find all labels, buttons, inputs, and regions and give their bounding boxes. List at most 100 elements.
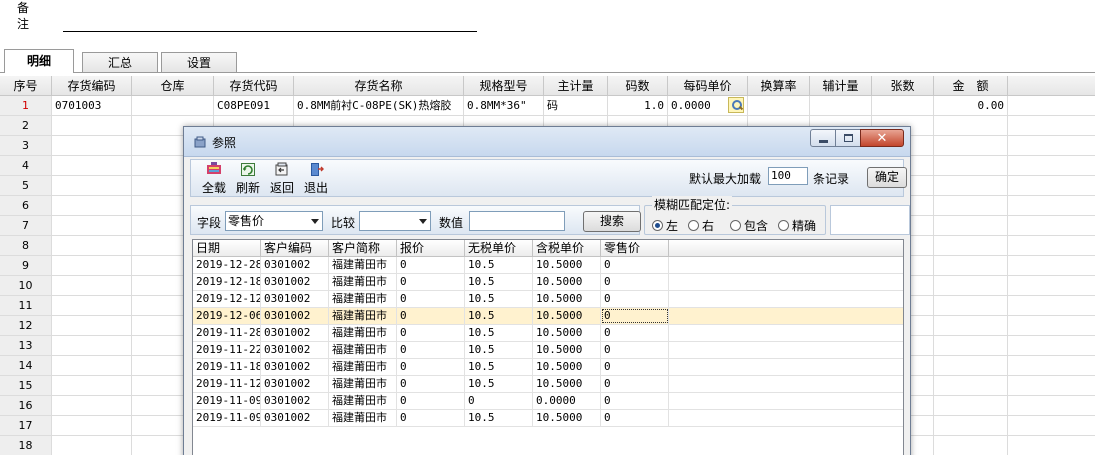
tab-detail[interactable]: 明细 bbox=[4, 49, 74, 73]
column-header[interactable]: 每码单价 bbox=[668, 76, 748, 95]
dialog-titlebar[interactable]: 参照 ✕ bbox=[184, 127, 910, 157]
tab-settings[interactable]: 设置 bbox=[161, 52, 237, 73]
grid-cell[interactable] bbox=[934, 296, 1008, 315]
table-row[interactable]: 1 0701003 C08PE091 0.8MM前衬C-08PE(SK)热熔胶 0.8M… bbox=[0, 96, 1095, 116]
column-header[interactable]: 辅计量 bbox=[810, 76, 872, 95]
ref-table-row[interactable]: 2019-12-28 0301002 福建莆田市 0 10.5 10.5000 0 bbox=[193, 257, 903, 274]
ref-column-header[interactable]: 客户编码 bbox=[261, 240, 329, 256]
close-button[interactable]: ✕ bbox=[860, 129, 904, 147]
ok-button[interactable]: 确定 bbox=[867, 167, 907, 188]
lookup-search-icon[interactable] bbox=[728, 97, 744, 113]
column-header[interactable]: 存货代码 bbox=[214, 76, 294, 95]
tab-summary[interactable]: 汇总 bbox=[82, 52, 158, 73]
ref-column-header[interactable]: 含税单价 bbox=[533, 240, 601, 256]
grid-cell[interactable] bbox=[934, 436, 1008, 455]
grid-cell[interactable] bbox=[52, 276, 132, 295]
grid-cell[interactable] bbox=[934, 396, 1008, 415]
ref-table-row[interactable]: 2019-12-06 0301002 福建莆田市 0 10.5 10.5000 0 bbox=[193, 308, 903, 325]
grid-cell[interactable] bbox=[810, 96, 872, 115]
ref-table-row[interactable]: 2019-11-22 0301002 福建莆田市 0 10.5 10.5000 0 bbox=[193, 342, 903, 359]
back-button[interactable]: 返回 bbox=[265, 162, 299, 196]
grid-cell[interactable]: 0.00 bbox=[934, 96, 1008, 115]
grid-cell[interactable] bbox=[872, 96, 934, 115]
grid-cell[interactable] bbox=[52, 156, 132, 175]
ref-column-header[interactable]: 日期 bbox=[193, 240, 261, 256]
grid-cell[interactable] bbox=[52, 316, 132, 335]
minimize-button[interactable] bbox=[810, 129, 836, 147]
grid-cell[interactable] bbox=[52, 136, 132, 155]
radio-right[interactable]: 右 bbox=[688, 217, 714, 234]
column-header[interactable]: 换算率 bbox=[748, 76, 810, 95]
locate-input[interactable] bbox=[830, 205, 910, 235]
grid-cell[interactable] bbox=[748, 96, 810, 115]
column-header[interactable]: 张数 bbox=[872, 76, 934, 95]
radio-left[interactable]: 左 bbox=[652, 217, 678, 234]
column-header[interactable]: 金 额 bbox=[934, 76, 1008, 95]
grid-cell[interactable] bbox=[934, 216, 1008, 235]
grid-cell[interactable] bbox=[52, 176, 132, 195]
grid-cell[interactable] bbox=[934, 256, 1008, 275]
grid-cell[interactable]: 0.0000 bbox=[668, 96, 748, 115]
ref-column-header[interactable]: 无税单价 bbox=[465, 240, 533, 256]
column-header[interactable]: 码数 bbox=[608, 76, 668, 95]
column-header[interactable]: 序号 bbox=[0, 76, 52, 95]
grid-cell[interactable] bbox=[52, 336, 132, 355]
ref-column-header[interactable]: 零售价 bbox=[601, 240, 669, 256]
grid-cell[interactable]: 0.8MM*36" bbox=[464, 96, 544, 115]
grid-cell[interactable]: 0701003 bbox=[52, 96, 132, 115]
ref-table-row[interactable]: 2019-11-09 0301002 福建莆田市 0 10.5 10.5000 0 bbox=[193, 410, 903, 427]
grid-cell[interactable] bbox=[934, 276, 1008, 295]
grid-cell[interactable] bbox=[934, 156, 1008, 175]
grid-cell[interactable]: C08PE091 bbox=[214, 96, 294, 115]
grid-cell[interactable] bbox=[52, 216, 132, 235]
grid-cell[interactable] bbox=[132, 96, 214, 115]
grid-cell[interactable]: 1.0 bbox=[608, 96, 668, 115]
grid-cell[interactable] bbox=[934, 416, 1008, 435]
refresh-button[interactable]: 刷新 bbox=[231, 162, 265, 196]
exit-button[interactable]: 退出 bbox=[299, 162, 333, 196]
max-load-input[interactable]: 100 bbox=[768, 167, 808, 185]
column-header[interactable]: 主计量 bbox=[544, 76, 608, 95]
grid-cell[interactable] bbox=[52, 416, 132, 435]
grid-cell[interactable] bbox=[934, 356, 1008, 375]
column-header[interactable]: 仓库 bbox=[132, 76, 214, 95]
grid-cell[interactable] bbox=[52, 356, 132, 375]
column-header[interactable]: 存货名称 bbox=[294, 76, 464, 95]
radio-contains[interactable]: 包含 bbox=[730, 217, 768, 234]
grid-cell[interactable] bbox=[52, 296, 132, 315]
ref-table-row[interactable]: 2019-12-18 0301002 福建莆田市 0 10.5 10.5000 0 bbox=[193, 274, 903, 291]
remark-input[interactable] bbox=[63, 14, 477, 32]
grid-cell[interactable] bbox=[52, 396, 132, 415]
grid-cell[interactable] bbox=[934, 376, 1008, 395]
ref-table-row[interactable]: 2019-11-09 0301002 福建莆田市 0 0 0.0000 0 bbox=[193, 393, 903, 410]
ref-table-row[interactable]: 2019-12-12 0301002 福建莆田市 0 10.5 10.5000 0 bbox=[193, 291, 903, 308]
column-header[interactable]: 规格型号 bbox=[464, 76, 544, 95]
maximize-button[interactable] bbox=[835, 129, 861, 147]
ref-column-header[interactable]: 报价 bbox=[397, 240, 465, 256]
grid-cell[interactable] bbox=[52, 236, 132, 255]
reference-table[interactable]: 日期 客户编码 客户简称 报价 无税单价 含税单价 零售价 2019-12-28 030100… bbox=[192, 239, 904, 455]
grid-cell[interactable] bbox=[52, 256, 132, 275]
grid-cell[interactable] bbox=[934, 236, 1008, 255]
grid-cell[interactable] bbox=[52, 436, 132, 455]
ref-table-row[interactable]: 2019-11-28 0301002 福建莆田市 0 10.5 10.5000 0 bbox=[193, 325, 903, 342]
grid-cell[interactable] bbox=[934, 176, 1008, 195]
ref-table-row[interactable]: 2019-11-12 0301002 福建莆田市 0 10.5 10.5000 0 bbox=[193, 376, 903, 393]
radio-exact[interactable]: 精确 bbox=[778, 217, 816, 234]
compare-select[interactable] bbox=[359, 211, 431, 231]
search-button[interactable]: 搜索 bbox=[583, 211, 641, 232]
grid-cell[interactable] bbox=[934, 116, 1008, 135]
field-select[interactable]: 零售价 bbox=[225, 211, 323, 231]
column-header[interactable]: 存货编码 bbox=[52, 76, 132, 95]
grid-cell[interactable] bbox=[52, 116, 132, 135]
ref-table-row[interactable]: 2019-11-18 0301002 福建莆田市 0 10.5 10.5000 0 bbox=[193, 359, 903, 376]
value-input[interactable] bbox=[469, 211, 565, 231]
grid-cell[interactable]: 码 bbox=[544, 96, 608, 115]
ref-column-header[interactable]: 客户简称 bbox=[329, 240, 397, 256]
grid-cell[interactable] bbox=[52, 376, 132, 395]
grid-cell[interactable]: 0.8MM前衬C-08PE(SK)热熔胶 bbox=[294, 96, 464, 115]
grid-cell[interactable] bbox=[934, 316, 1008, 335]
grid-cell[interactable] bbox=[934, 196, 1008, 215]
grid-cell[interactable] bbox=[934, 136, 1008, 155]
grid-cell[interactable] bbox=[52, 196, 132, 215]
